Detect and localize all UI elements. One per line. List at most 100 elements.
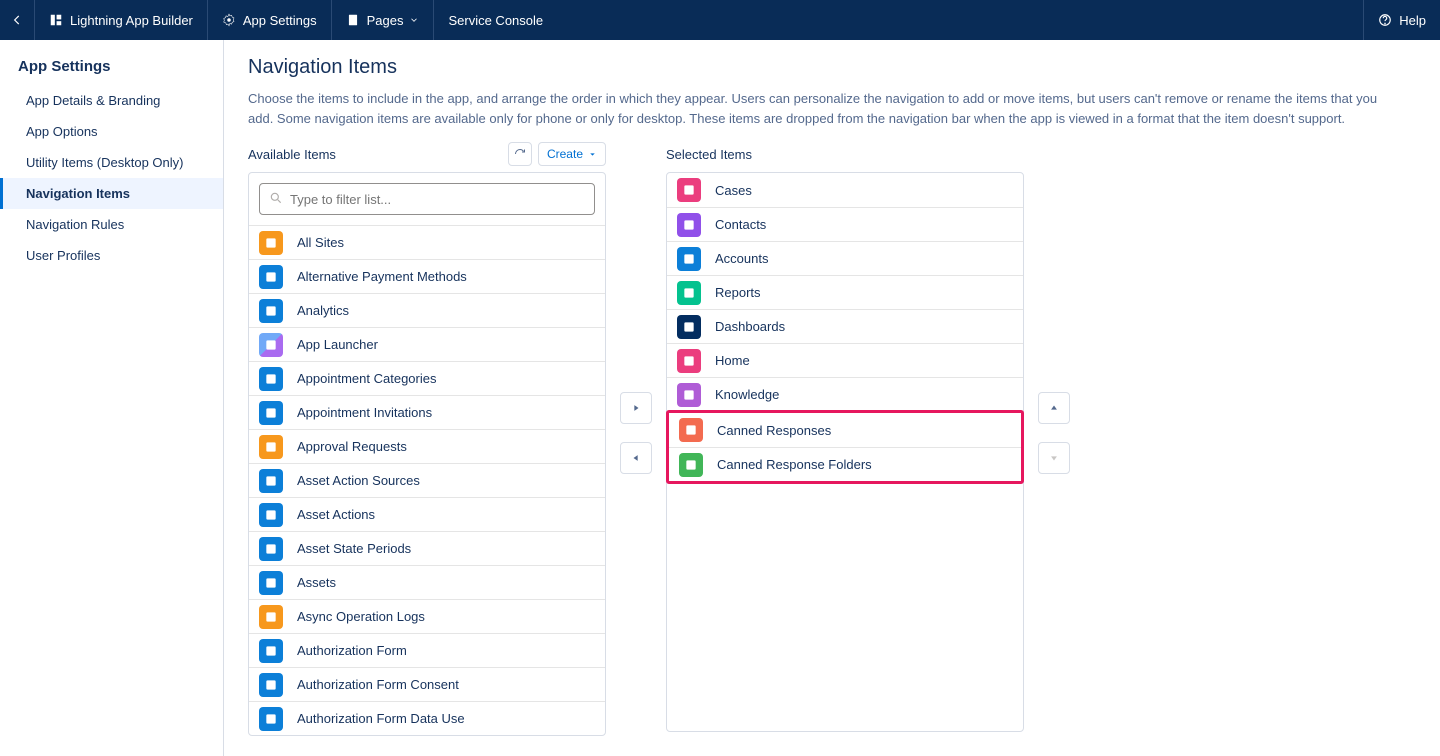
item-label: Dashboards xyxy=(715,319,785,334)
available-item[interactable]: Appointment Invitations xyxy=(249,395,605,429)
item-label: Contacts xyxy=(715,217,766,232)
item-icon xyxy=(677,281,701,305)
selected-item[interactable]: Accounts xyxy=(667,241,1023,275)
move-down-button[interactable] xyxy=(1038,442,1070,474)
triangle-up-icon xyxy=(1049,403,1059,413)
available-item[interactable]: Authorization Form Data Use xyxy=(249,701,605,735)
selected-item[interactable]: Cases xyxy=(667,173,1023,207)
available-title: Available Items xyxy=(248,147,336,162)
item-label: Cases xyxy=(715,183,752,198)
selected-title: Selected Items xyxy=(666,147,752,162)
sidebar-title: App Settings xyxy=(0,52,223,85)
item-label: Authorization Form Data Use xyxy=(297,711,465,726)
item-label: Authorization Form xyxy=(297,643,407,658)
item-icon xyxy=(259,673,283,697)
create-button[interactable]: Create xyxy=(538,142,606,166)
topbar: Lightning App Builder App Settings Pages… xyxy=(0,0,1440,40)
item-icon xyxy=(677,213,701,237)
page-description: Choose the items to include in the app, … xyxy=(248,89,1398,128)
item-label: Asset State Periods xyxy=(297,541,411,556)
nav-console[interactable]: Service Console xyxy=(434,0,557,40)
available-item[interactable]: Async Operation Logs xyxy=(249,599,605,633)
item-icon xyxy=(677,383,701,407)
move-up-button[interactable] xyxy=(1038,392,1070,424)
item-icon xyxy=(259,367,283,391)
available-item[interactable]: App Launcher xyxy=(249,327,605,361)
nav-app-settings-label: App Settings xyxy=(243,13,317,28)
back-button[interactable] xyxy=(0,0,35,40)
chevron-down-icon xyxy=(409,15,419,25)
sidebar-item-user-profiles[interactable]: User Profiles xyxy=(0,240,223,271)
selected-item[interactable]: Canned Response Folders xyxy=(669,447,1021,481)
item-label: Canned Responses xyxy=(717,423,831,438)
item-label: Appointment Invitations xyxy=(297,405,432,420)
item-icon xyxy=(677,178,701,202)
highlight-box: Canned Responses Canned Response Folders xyxy=(666,410,1024,484)
sidebar-item-details[interactable]: App Details & Branding xyxy=(0,85,223,116)
sidebar-item-navigation-rules[interactable]: Navigation Rules xyxy=(0,209,223,240)
item-icon xyxy=(679,453,703,477)
available-list: All Sites Alternative Payment MethodsAnal… xyxy=(249,225,605,735)
triangle-left-icon xyxy=(631,453,641,463)
help-button[interactable]: Help xyxy=(1363,0,1440,40)
item-icon xyxy=(259,605,283,629)
selected-panel: Selected Items Cases Contacts Accounts Repo… xyxy=(666,142,1024,732)
item-label: Async Operation Logs xyxy=(297,609,425,624)
available-item[interactable]: Assets xyxy=(249,565,605,599)
available-item[interactable]: Appointment Categories xyxy=(249,361,605,395)
item-icon xyxy=(259,435,283,459)
sidebar-item-navigation-items[interactable]: Navigation Items xyxy=(0,178,223,209)
item-icon xyxy=(259,333,283,357)
move-vertical-controls xyxy=(1038,392,1070,474)
available-item[interactable]: Asset State Periods xyxy=(249,531,605,565)
available-item[interactable]: Authorization Form xyxy=(249,633,605,667)
item-label: Accounts xyxy=(715,251,768,266)
selected-list: Cases Contacts Accounts Reports Dashboards Ho… xyxy=(667,173,1023,484)
item-icon xyxy=(259,503,283,527)
dual-listbox: Available Items Create xyxy=(248,142,1416,736)
selected-item[interactable]: Dashboards xyxy=(667,309,1023,343)
move-right-button[interactable] xyxy=(620,392,652,424)
filter-input[interactable] xyxy=(259,183,595,215)
sidebar-item-options[interactable]: App Options xyxy=(0,116,223,147)
selected-item[interactable]: Canned Responses xyxy=(669,413,1021,447)
refresh-button[interactable] xyxy=(508,142,532,166)
available-item[interactable]: Analytics xyxy=(249,293,605,327)
available-item[interactable]: All Sites xyxy=(249,225,605,259)
nav-app-settings[interactable]: App Settings xyxy=(208,0,332,40)
available-item[interactable]: Alternative Payment Methods xyxy=(249,259,605,293)
available-item[interactable]: Asset Actions xyxy=(249,497,605,531)
item-icon xyxy=(677,247,701,271)
nav-pages[interactable]: Pages xyxy=(332,0,435,40)
item-icon xyxy=(259,707,283,731)
builder-icon xyxy=(49,13,63,27)
item-label: Knowledge xyxy=(715,387,779,402)
item-icon xyxy=(259,639,283,663)
sidebar-item-utility[interactable]: Utility Items (Desktop Only) xyxy=(0,147,223,178)
gear-icon xyxy=(222,13,236,27)
move-left-button[interactable] xyxy=(620,442,652,474)
page-icon xyxy=(346,13,360,27)
item-icon xyxy=(259,265,283,289)
available-item[interactable]: Asset Action Sources xyxy=(249,463,605,497)
nav-app-builder-label: Lightning App Builder xyxy=(70,13,193,28)
nav-app-builder[interactable]: Lightning App Builder xyxy=(35,0,208,40)
item-label: Canned Response Folders xyxy=(717,457,872,472)
create-label: Create xyxy=(547,147,583,161)
arrow-left-icon xyxy=(10,13,24,27)
item-icon xyxy=(259,401,283,425)
item-icon xyxy=(679,418,703,442)
selected-item[interactable]: Home xyxy=(667,343,1023,377)
available-item[interactable]: Approval Requests xyxy=(249,429,605,463)
item-label: All Sites xyxy=(297,235,344,250)
triangle-down-icon xyxy=(1049,453,1059,463)
available-item[interactable]: Authorization Form Consent xyxy=(249,667,605,701)
item-label: Asset Actions xyxy=(297,507,375,522)
question-icon xyxy=(1378,13,1392,27)
sidebar: App Settings App Details & Branding App … xyxy=(0,40,224,756)
selected-item[interactable]: Reports xyxy=(667,275,1023,309)
item-label: Authorization Form Consent xyxy=(297,677,459,692)
refresh-icon xyxy=(514,148,526,160)
selected-item[interactable]: Contacts xyxy=(667,207,1023,241)
selected-item[interactable]: Knowledge xyxy=(667,377,1023,411)
